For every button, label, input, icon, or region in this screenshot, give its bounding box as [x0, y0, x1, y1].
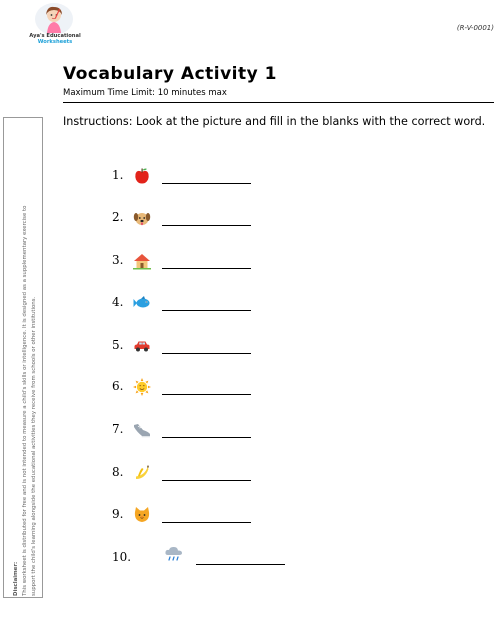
- instructions: Instructions: Look at the picture and fi…: [63, 115, 486, 128]
- cat-icon: [133, 506, 151, 524]
- rain-cloud-icon: [164, 545, 184, 563]
- list-item: 2.: [112, 209, 257, 229]
- item-number: 8.: [112, 465, 124, 479]
- logo-text-line2: Worksheets: [37, 39, 73, 45]
- time-limit: Maximum Time Limit: 10 minutes max: [63, 88, 227, 98]
- item-number: 9.: [112, 507, 124, 521]
- list-item: 8.: [112, 464, 257, 484]
- logo-girl-icon: [35, 3, 73, 35]
- item-number: 6.: [112, 379, 124, 393]
- item-number: 5.: [112, 338, 124, 352]
- item-number: 10.: [112, 550, 132, 564]
- worksheet-code: (R-V-0001): [456, 24, 494, 32]
- banana-icon: [133, 464, 151, 482]
- disclaimer-text: Disclaimer: This worksheet is distribute…: [12, 118, 50, 596]
- item-number: 4.: [112, 295, 124, 309]
- list-item: 5.: [112, 337, 257, 357]
- disclaimer-sidebar: Disclaimer: This worksheet is distribute…: [3, 117, 43, 598]
- list-item: 9.: [112, 506, 257, 526]
- list-item: 10.: [112, 546, 292, 569]
- answer-blank[interactable]: [162, 480, 251, 481]
- house-icon: [133, 252, 151, 270]
- item-number: 2.: [112, 210, 124, 224]
- list-item: 1.: [112, 167, 257, 187]
- answer-blank[interactable]: [162, 183, 251, 184]
- list-item: 7.: [112, 421, 257, 441]
- apple-icon: [133, 167, 151, 185]
- answer-blank[interactable]: [162, 353, 251, 354]
- list-item: 6.: [112, 378, 257, 398]
- disclaimer-label: Disclaimer:: [13, 561, 19, 596]
- disclaimer-line-1: This worksheet is distributed for free a…: [22, 205, 28, 596]
- answer-blank[interactable]: [162, 268, 251, 269]
- car-icon: [133, 337, 151, 355]
- sun-icon: [133, 378, 151, 396]
- dog-icon: [133, 209, 151, 227]
- page-title: Vocabulary Activity 1: [63, 64, 277, 84]
- header-divider: [63, 102, 494, 103]
- list-item: 3.: [112, 252, 257, 272]
- answer-blank[interactable]: [162, 310, 251, 311]
- answer-blank[interactable]: [162, 394, 251, 395]
- disclaimer-line-2: support the child's learning alongside t…: [31, 296, 37, 596]
- answer-blank[interactable]: [162, 225, 251, 226]
- fish-icon: [133, 294, 151, 312]
- answer-blank[interactable]: [162, 522, 251, 523]
- brand-logo: Aya's Educational Worksheets: [28, 3, 81, 47]
- answer-blank[interactable]: [196, 564, 285, 565]
- answer-blank[interactable]: [162, 437, 251, 438]
- item-number: 7.: [112, 422, 124, 436]
- list-item: 4.: [112, 294, 257, 314]
- item-number: 3.: [112, 253, 124, 267]
- shoe-icon: [133, 421, 151, 439]
- item-number: 1.: [112, 168, 124, 182]
